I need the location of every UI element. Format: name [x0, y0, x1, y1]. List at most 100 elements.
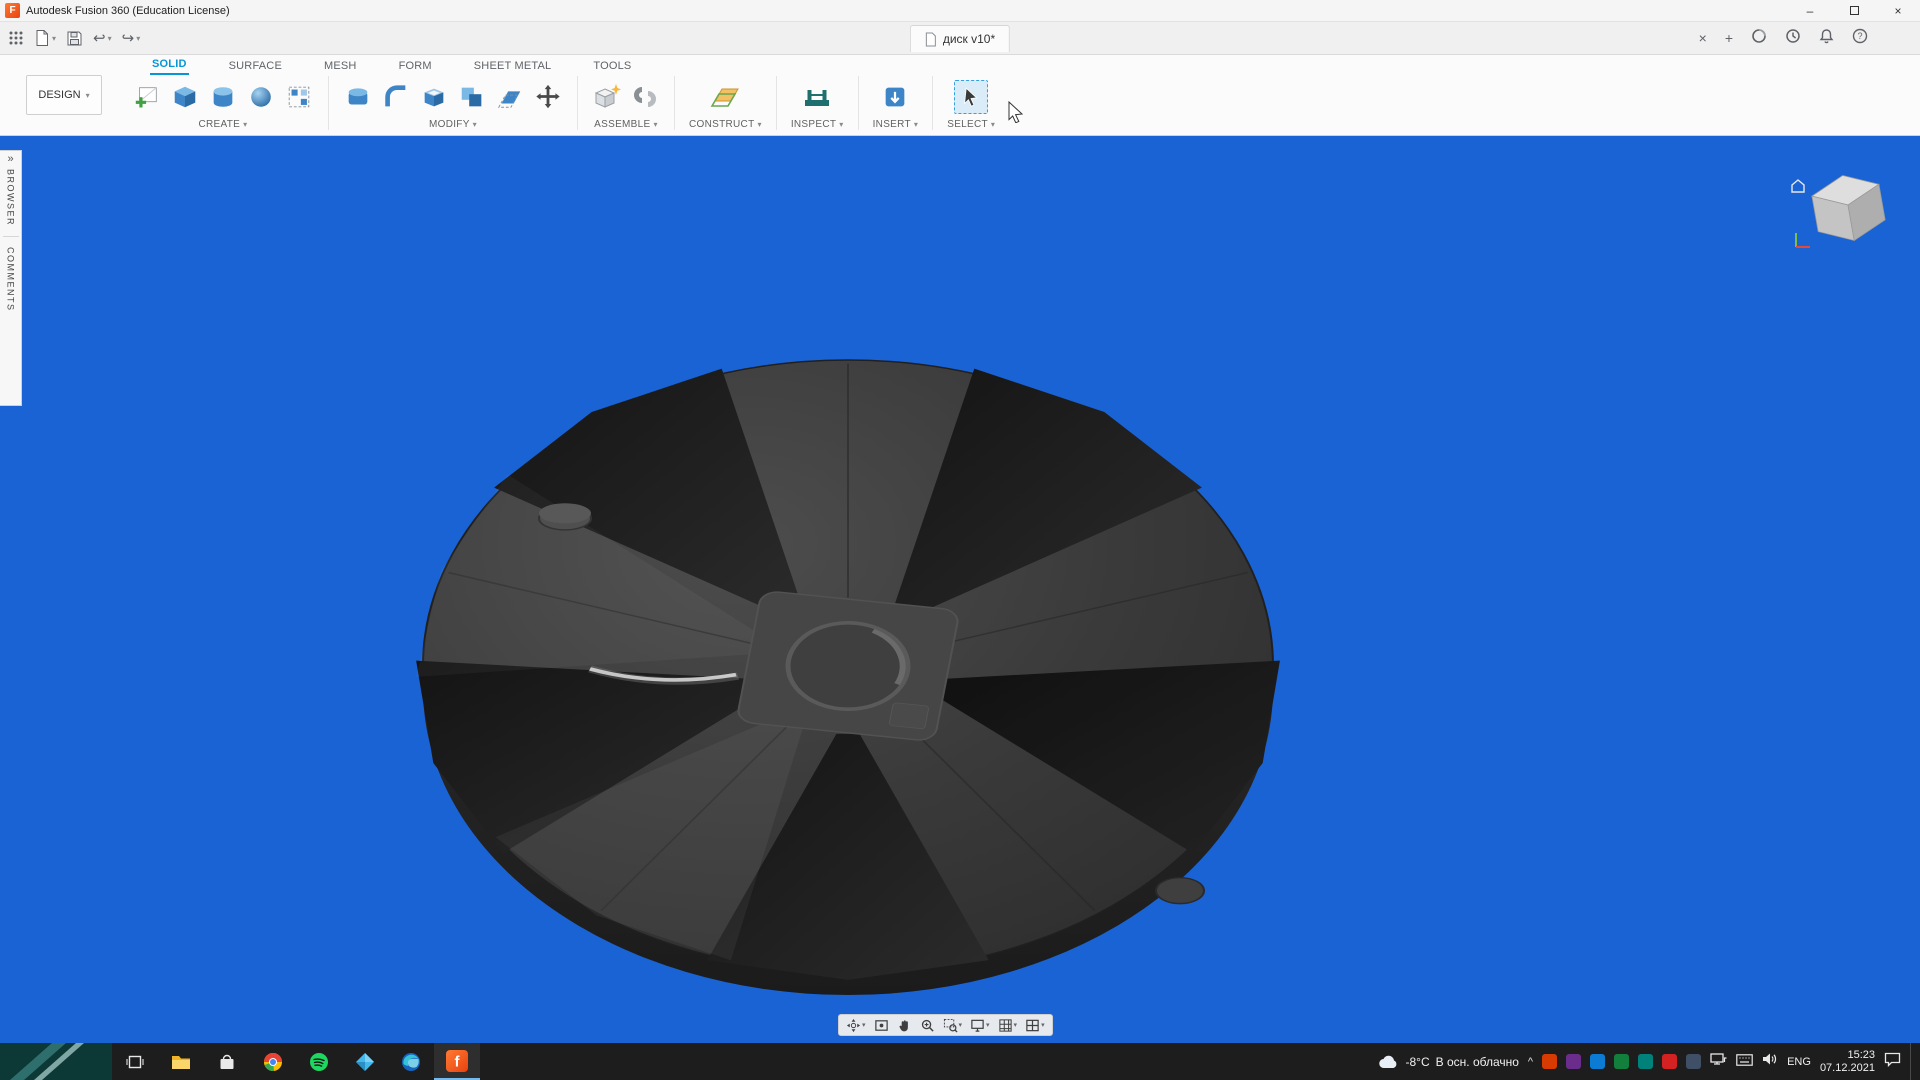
- model-disc[interactable]: [400, 348, 1300, 998]
- select-button[interactable]: [954, 80, 989, 114]
- construct-plane-button[interactable]: [710, 82, 740, 112]
- zoom-window-button[interactable]: ▾: [943, 1018, 962, 1033]
- tray-app-icon-7[interactable]: [1686, 1054, 1702, 1069]
- tray-app-icon-5[interactable]: [1638, 1054, 1654, 1069]
- comments-panel-tab[interactable]: COMMENTS: [6, 247, 16, 312]
- job-status-button[interactable]: [1751, 28, 1767, 49]
- combine-icon: [461, 87, 482, 107]
- create-sketch-button[interactable]: [132, 82, 162, 112]
- group-label-insert[interactable]: INSERT ▾: [873, 119, 919, 130]
- start-logo[interactable]: [0, 1043, 112, 1080]
- gem-app-button[interactable]: [342, 1043, 388, 1080]
- tab-surface[interactable]: SURFACE: [227, 60, 284, 75]
- quickbar-left: ▾ ↩ ▾ ↪ ▾: [8, 29, 140, 47]
- minimize-button[interactable]: –: [1788, 0, 1832, 21]
- weather-widget[interactable]: -8°C В осн. облачно: [1378, 1054, 1519, 1070]
- grid-settings-button[interactable]: ▾: [998, 1018, 1017, 1033]
- new-component-icon: [594, 84, 621, 108]
- viewports-button[interactable]: ▾: [1025, 1018, 1045, 1033]
- taskbar-clock[interactable]: 15:23 07.12.2021: [1820, 1049, 1875, 1075]
- tab-sheet-metal[interactable]: SHEET METAL: [472, 60, 554, 75]
- group-modify: MODIFY ▾: [329, 76, 578, 130]
- file-menu-button[interactable]: ▾: [34, 29, 56, 47]
- create-label: CREATE: [198, 119, 241, 130]
- group-label-inspect[interactable]: INSPECT ▾: [791, 119, 844, 130]
- tab-form[interactable]: FORM: [397, 60, 434, 75]
- file-explorer-icon: [172, 1055, 190, 1069]
- orbit-button[interactable]: ▾: [846, 1018, 866, 1033]
- select-icons: [954, 76, 989, 118]
- tray-app-icon-3[interactable]: [1590, 1054, 1606, 1069]
- edge-button[interactable]: [388, 1043, 434, 1080]
- combine-button[interactable]: [457, 82, 487, 112]
- undo-button[interactable]: ↩ ▾: [93, 29, 112, 47]
- zoom-button[interactable]: [920, 1018, 935, 1033]
- look-at-button[interactable]: [874, 1018, 889, 1033]
- shell-button[interactable]: [419, 82, 449, 112]
- caret-down-icon: ▾: [839, 120, 844, 129]
- tray-expand-button[interactable]: ^: [1528, 1056, 1533, 1068]
- history-button[interactable]: [1785, 28, 1801, 49]
- ribbon-tabs: SOLID SURFACE MESH FORM SHEET METAL TOOL…: [118, 55, 1920, 75]
- spotify-button[interactable]: [296, 1043, 342, 1080]
- view-cube[interactable]: [1788, 163, 1898, 255]
- fillet-button[interactable]: [381, 82, 411, 112]
- action-center-button[interactable]: [1884, 1052, 1901, 1072]
- quickbar-right: × + ?: [1699, 28, 1868, 49]
- tray-app-icon-2[interactable]: [1566, 1054, 1582, 1069]
- browser-panel-tab[interactable]: BROWSER: [6, 169, 16, 226]
- file-explorer-button[interactable]: [158, 1043, 204, 1080]
- group-label-select[interactable]: SELECT ▾: [947, 119, 995, 130]
- assemble-label: ASSEMBLE: [594, 119, 651, 130]
- joint-button[interactable]: [630, 82, 660, 112]
- app-grid-button[interactable]: [8, 30, 24, 46]
- new-component-button[interactable]: [592, 82, 622, 112]
- axis-indicator: [1795, 233, 1810, 248]
- select-label: SELECT: [947, 119, 988, 130]
- insert-button[interactable]: [880, 82, 910, 112]
- move-copy-button[interactable]: [533, 82, 563, 112]
- group-label-create[interactable]: CREATE ▾: [199, 119, 248, 130]
- save-button[interactable]: [66, 30, 83, 47]
- tray-app-icon-1[interactable]: [1542, 1054, 1558, 1069]
- group-label-construct[interactable]: CONSTRUCT ▾: [689, 119, 762, 130]
- help-button[interactable]: ?: [1852, 28, 1868, 49]
- fusion-360-button[interactable]: f: [434, 1043, 480, 1080]
- task-view-button[interactable]: [112, 1043, 158, 1080]
- maximize-button[interactable]: [1832, 0, 1876, 21]
- workspace-selector[interactable]: DESIGN ▾: [26, 75, 102, 115]
- language-indicator[interactable]: ENG: [1787, 1056, 1811, 1068]
- tab-mesh[interactable]: MESH: [322, 60, 359, 75]
- measure-button[interactable]: [802, 82, 832, 112]
- show-desktop-button[interactable]: [1910, 1043, 1916, 1080]
- expand-panel-button[interactable]: »: [7, 151, 13, 169]
- display-settings-button[interactable]: ▾: [970, 1018, 990, 1033]
- home-view-icon[interactable]: [1791, 179, 1805, 193]
- group-select: SELECT ▾: [933, 76, 1009, 130]
- redo-button[interactable]: ↪ ▾: [122, 29, 141, 47]
- tray-app-icon-4[interactable]: [1614, 1054, 1630, 1069]
- group-label-assemble[interactable]: ASSEMBLE ▾: [594, 119, 658, 130]
- chrome-button[interactable]: [250, 1043, 296, 1080]
- tray-app-icon-6[interactable]: [1662, 1054, 1678, 1069]
- sweep-button[interactable]: [246, 82, 276, 112]
- offset-face-button[interactable]: [495, 82, 525, 112]
- viewport-canvas[interactable]: » BROWSER COMMENTS ▾ ▾ ▾ ▾ ▾: [0, 137, 1920, 1043]
- notifications-button[interactable]: [1819, 28, 1834, 49]
- new-design-button[interactable]: +: [1725, 30, 1733, 46]
- tab-solid[interactable]: SOLID: [150, 58, 189, 75]
- group-label-modify[interactable]: MODIFY ▾: [429, 119, 477, 130]
- store-button[interactable]: [204, 1043, 250, 1080]
- close-document-button[interactable]: ×: [1699, 30, 1707, 46]
- tab-tools[interactable]: TOOLS: [591, 60, 633, 75]
- volume-button[interactable]: [1762, 1052, 1778, 1071]
- revolve-button[interactable]: [208, 82, 238, 112]
- pan-button[interactable]: [897, 1018, 912, 1033]
- keyboard-button[interactable]: [1736, 1053, 1753, 1071]
- document-tab[interactable]: диск v10*: [909, 25, 1011, 52]
- press-pull-button[interactable]: [343, 82, 373, 112]
- network-button[interactable]: [1710, 1052, 1727, 1071]
- pattern-button[interactable]: [284, 82, 314, 112]
- close-button[interactable]: ×: [1876, 0, 1920, 21]
- extrude-button[interactable]: [170, 82, 200, 112]
